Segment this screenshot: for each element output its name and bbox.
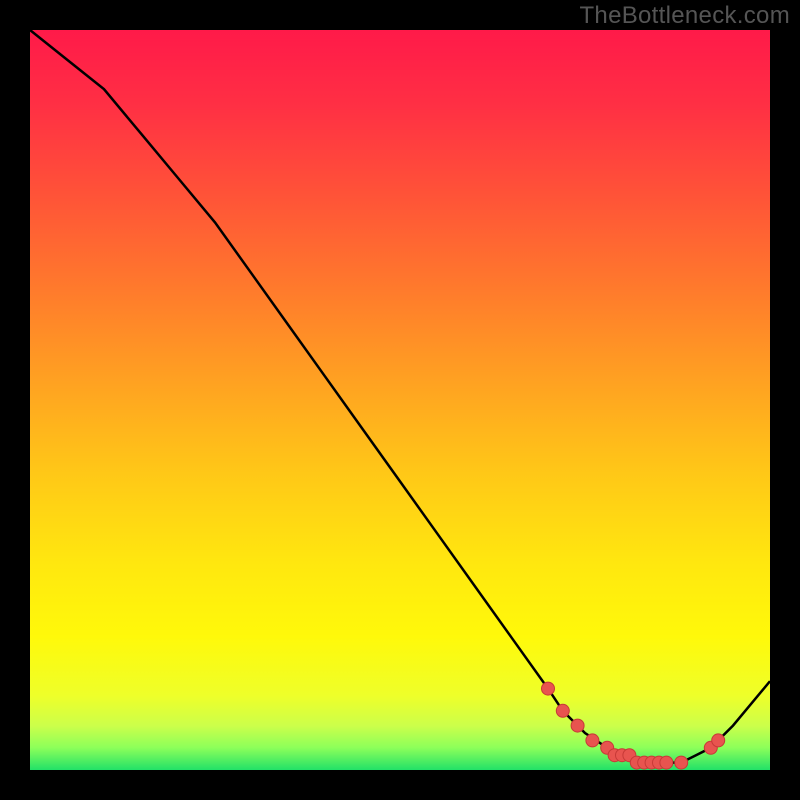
bottleneck-curve xyxy=(30,30,770,763)
chart-frame: TheBottleneck.com xyxy=(0,0,800,800)
curve-layer xyxy=(30,30,770,770)
optimal-point xyxy=(556,704,569,717)
optimal-range-dots xyxy=(542,682,725,769)
optimal-point xyxy=(712,734,725,747)
optimal-point xyxy=(660,756,673,769)
optimal-point xyxy=(571,719,584,732)
attribution-text: TheBottleneck.com xyxy=(579,2,790,30)
optimal-point xyxy=(586,734,599,747)
plot-area xyxy=(30,30,770,770)
optimal-point xyxy=(542,682,555,695)
optimal-point xyxy=(675,756,688,769)
